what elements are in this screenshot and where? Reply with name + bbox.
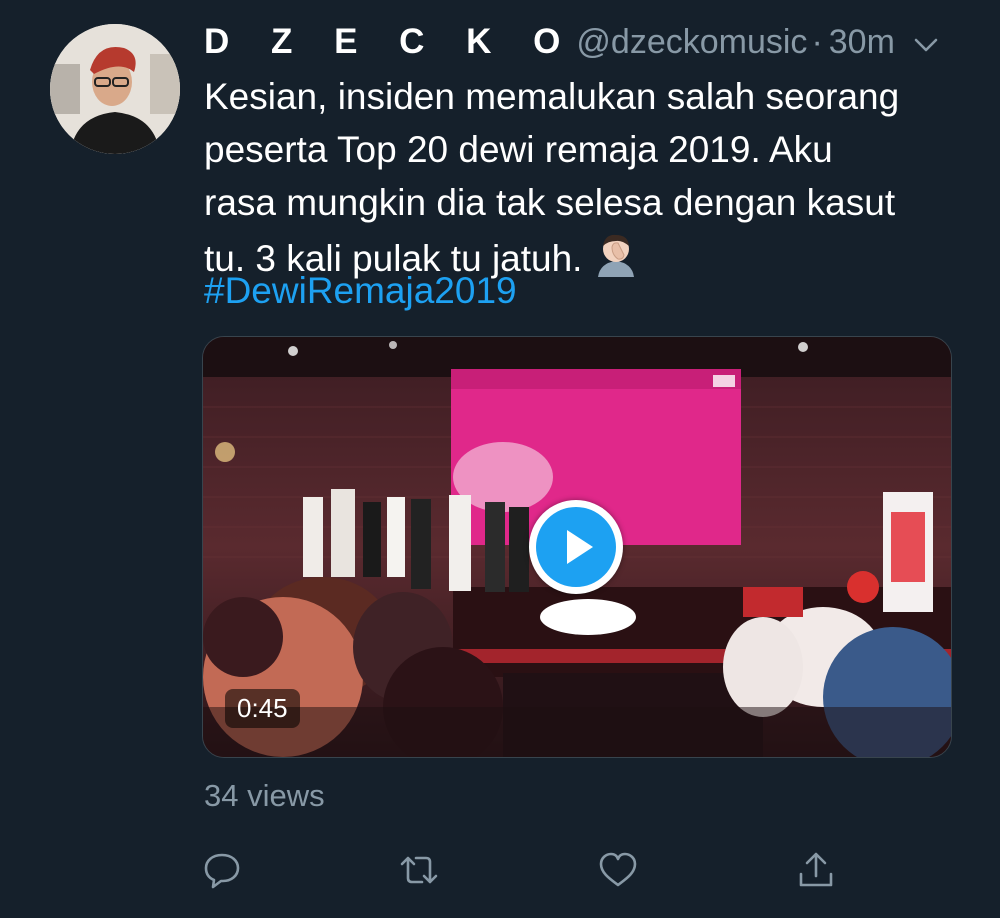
man-facepalming-emoji-icon [592,229,640,277]
like-icon[interactable] [596,848,640,892]
tweet-text: Kesian, insiden memalukan salah seorang … [204,70,964,285]
tweet-text-line: peserta Top 20 dewi remaja 2019. Aku [204,129,833,170]
view-count: 34 views [204,778,325,813]
hashtag-link[interactable]: #DewiRemaja2019 [204,264,517,317]
play-button[interactable] [529,500,623,594]
retweet-icon[interactable] [397,848,441,892]
video-player[interactable]: 0:45 [202,336,952,758]
play-icon [567,530,593,564]
avatar[interactable] [50,24,180,154]
chevron-down-icon[interactable] [908,26,944,62]
tweet-text-line: Kesian, insiden memalukan salah seorang [204,76,900,117]
user-handle[interactable]: @dzeckomusic [576,23,807,62]
video-duration: 0:45 [225,689,300,728]
action-bar [200,848,840,892]
separator-dot: · [811,22,823,61]
tweet-text-line: rasa mungkin dia tak selesa dengan kasut [204,182,896,223]
reply-icon[interactable] [200,848,244,892]
tweet-header: D Z E C K O @dzeckomusic · 30m [204,20,944,64]
share-icon[interactable] [794,848,838,892]
display-name[interactable]: D Z E C K O [204,22,576,62]
timestamp[interactable]: 30m [829,23,895,62]
